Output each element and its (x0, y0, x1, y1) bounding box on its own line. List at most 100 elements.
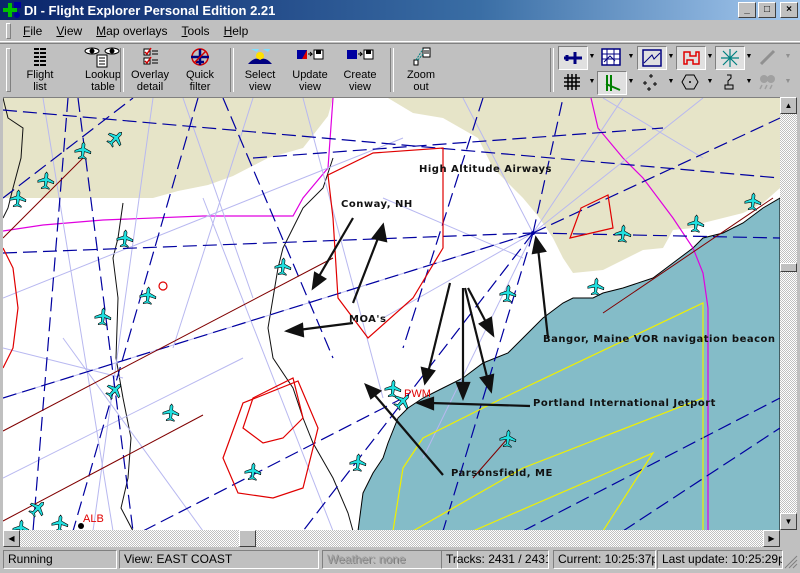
resize-grip-icon[interactable] (784, 555, 798, 569)
menu-map-overlays[interactable]: Map overlays (96, 24, 167, 38)
select-view-label-1: Select (244, 69, 276, 81)
sectors-overlay-toggle[interactable] (637, 46, 667, 70)
special-use-overlay-toggle[interactable] (676, 46, 706, 70)
create-view-label-1: Create (343, 69, 377, 81)
zoom-out-button[interactable]: Zoom out (396, 46, 446, 94)
aircraft-icon[interactable] (587, 277, 605, 296)
draw-tool-dropdown[interactable]: ▼ (783, 46, 793, 68)
scroll-right-button[interactable]: ▶ (763, 530, 780, 547)
grid-overlay-dropdown[interactable]: ▼ (587, 71, 597, 93)
weather-overlay-dropdown[interactable]: ▼ (783, 71, 793, 93)
toolbar-separator (230, 48, 234, 92)
select-view-icon (248, 49, 272, 64)
navaid-star-icon (721, 49, 739, 67)
quick-filter-label-2: filter (189, 81, 211, 93)
select-view-button[interactable]: Select view (235, 46, 285, 94)
status-view: View: EAST COAST (119, 550, 319, 569)
menubar-grip[interactable] (6, 23, 11, 39)
annotation-bangor-vor: Bangor, Maine VOR navigation beacon (543, 334, 776, 345)
select-view-label-2: view (248, 81, 271, 93)
toolbar-separator (120, 48, 124, 92)
toolbar-separator (550, 48, 554, 92)
bangor-vor (531, 231, 535, 235)
navaids-overlay-dropdown[interactable]: ▼ (744, 46, 754, 68)
fixes-overlay-dropdown[interactable]: ▼ (666, 71, 676, 93)
horizontal-scrollbar[interactable]: ◀ ▶ (3, 530, 780, 547)
aircraft-icon[interactable] (162, 403, 180, 422)
vertical-scrollbar[interactable]: ▲ ▼ (780, 97, 797, 530)
quick-filter-button[interactable]: Quick filter (175, 46, 225, 94)
minimize-button[interactable]: _ (738, 2, 756, 18)
horizontal-scroll-thumb[interactable] (239, 530, 256, 547)
app-icon (3, 2, 21, 18)
boundaries-overlay-toggle[interactable] (597, 46, 625, 68)
airports-overlay-dropdown[interactable]: ▼ (744, 71, 754, 93)
weather-cloud-icon (759, 75, 775, 90)
aircraft-overlay-toggle[interactable] (558, 46, 588, 70)
special-use-overlay-dropdown[interactable]: ▼ (705, 46, 715, 68)
airport-label-alb: ALB (83, 513, 104, 525)
toolbar-separator (390, 48, 394, 92)
state-border-nh-vt (267, 157, 354, 531)
menu-file[interactable]: File (23, 24, 42, 38)
menu-bar: File View Map overlays Tools Help (0, 21, 800, 42)
boundaries-overlay-dropdown[interactable]: ▼ (626, 46, 636, 68)
zoom-out-label-1: Zoom (406, 69, 436, 81)
aircraft-icon[interactable] (499, 284, 517, 303)
airways-overlay-dropdown[interactable]: ▼ (626, 71, 636, 93)
aircraft-icon[interactable] (26, 497, 49, 520)
annotation-parsonsfield-me: Parsonsfield, ME (451, 468, 553, 479)
zoom-out-label-2: out (413, 81, 429, 93)
overlay-detail-button[interactable]: Overlay detail (125, 46, 175, 94)
airports-overlay-toggle[interactable] (715, 71, 743, 93)
menu-help[interactable]: Help (224, 24, 249, 38)
airways-overlay-toggle[interactable] (597, 71, 627, 95)
airport-label-pwm: PWM (404, 388, 431, 400)
grid-overlay-toggle[interactable] (558, 71, 586, 93)
vor-hexagon-icon (681, 74, 699, 90)
vertical-scroll-thumb[interactable] (780, 263, 797, 272)
navaids-overlay-toggle[interactable] (715, 46, 745, 70)
flight-list-button[interactable]: Flight list (15, 46, 65, 94)
pencil-icon (759, 49, 776, 66)
sectors-overlay-dropdown[interactable]: ▼ (666, 46, 676, 68)
vor-overlay-dropdown[interactable]: ▼ (705, 71, 715, 93)
update-view-icon (297, 49, 324, 60)
scroll-up-button[interactable]: ▲ (780, 97, 797, 114)
fixes-icon (643, 74, 657, 91)
status-weather: Weather: none (322, 550, 458, 569)
map-canvas[interactable] (3, 98, 780, 531)
create-view-button[interactable]: Create view (335, 46, 385, 94)
aircraft-icon[interactable] (139, 286, 157, 305)
boundaries-icon (601, 48, 621, 66)
create-view-icon (347, 49, 374, 60)
aircraft-icon[interactable] (349, 453, 367, 472)
scroll-left-button[interactable]: ◀ (3, 530, 20, 547)
scroll-down-button[interactable]: ▼ (780, 513, 797, 530)
create-view-label-2: view (348, 81, 371, 93)
draw-tool-toggle[interactable] (754, 46, 782, 68)
overlay-detail-icon (143, 47, 158, 65)
weather-overlay-toggle[interactable] (754, 71, 782, 93)
sectors-icon (642, 49, 662, 67)
aircraft-icon[interactable] (94, 307, 112, 326)
aircraft-icon[interactable] (244, 462, 262, 481)
aircraft-overlay-dropdown[interactable]: ▼ (587, 46, 597, 68)
update-view-button[interactable]: Update view (285, 46, 335, 94)
flight-list-icon (34, 48, 46, 66)
aircraft-icon[interactable] (384, 379, 402, 398)
close-button[interactable]: × (780, 2, 798, 18)
maximize-button[interactable]: □ (758, 2, 776, 18)
annotation-moas: MOA's (349, 314, 387, 325)
aircraft-icon[interactable] (51, 514, 69, 531)
grid-icon (564, 74, 580, 90)
menu-view[interactable]: View (56, 24, 82, 38)
vor-overlay-toggle[interactable] (676, 71, 704, 93)
menu-tools[interactable]: Tools (182, 24, 210, 38)
flight-map[interactable]: High Altitude Airways Conway, NH MOA's B… (3, 97, 780, 531)
fixes-overlay-toggle[interactable] (637, 71, 665, 93)
toolbar-grip[interactable] (6, 48, 11, 92)
overlay-detail-label-1: Overlay (131, 69, 169, 81)
status-running: Running (3, 550, 117, 569)
airport-tower-icon (724, 74, 734, 90)
